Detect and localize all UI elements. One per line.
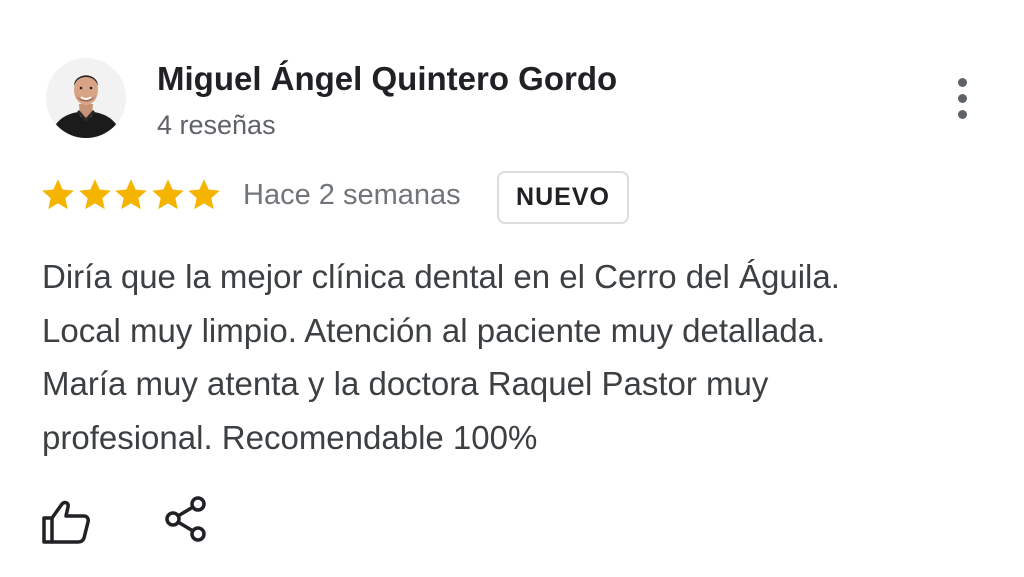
review-text-line: María muy atenta y la doctora Raquel Pas… xyxy=(42,365,769,402)
star-icon xyxy=(188,179,220,210)
author-name[interactable]: Miguel Ángel Quintero Gordo xyxy=(157,60,617,98)
star-icon xyxy=(42,179,74,210)
author-review-count[interactable]: 4 reseñas xyxy=(157,110,276,141)
review-time-ago: Hace 2 semanas xyxy=(243,179,461,211)
avatar-photo-icon xyxy=(46,58,126,138)
share-button[interactable] xyxy=(160,494,212,544)
review-text-line: Diría que la mejor clínica dental en el … xyxy=(42,258,840,295)
star-rating xyxy=(40,176,223,216)
share-icon xyxy=(165,496,206,542)
star-icon xyxy=(151,179,184,210)
star-icon xyxy=(115,179,147,210)
more-vertical-icon xyxy=(958,78,967,87)
review-text-line: Local muy limpio. Atención al paciente m… xyxy=(42,311,826,349)
author-avatar[interactable] xyxy=(46,58,126,138)
like-button[interactable] xyxy=(40,498,94,546)
new-badge: NUEVO xyxy=(497,171,629,224)
thumb-up-icon xyxy=(42,500,90,544)
more-options-button[interactable] xyxy=(948,76,978,120)
review-text-line: profesional. Recomendable 100% xyxy=(42,418,538,456)
review-text: Diría que la mejor clínica dental en el … xyxy=(42,250,972,464)
star-icon xyxy=(78,179,111,210)
